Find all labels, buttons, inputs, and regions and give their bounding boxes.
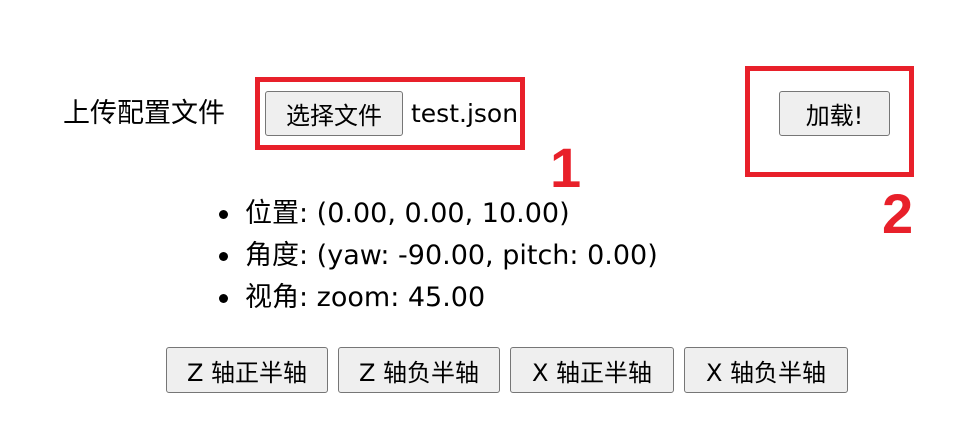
annotation-number-1: 1 (550, 136, 582, 199)
axis-button-row: Z 轴正半轴 Z 轴负半轴 X 轴正半轴 X 轴负半轴 (166, 347, 848, 393)
annotation-number-2: 2 (882, 182, 914, 245)
zoom-info: 视角: zoom: 45.00 (215, 277, 658, 319)
upload-config-label: 上传配置文件 (63, 98, 225, 129)
bullet-icon (219, 294, 228, 303)
zoom-text: 视角: zoom: 45.00 (245, 282, 486, 313)
position-info: 位置: (0.00, 0.00, 10.00) (215, 193, 658, 235)
angle-info: 角度: (yaw: -90.00, pitch: 0.00) (215, 235, 658, 277)
annotation-box-1 (255, 77, 525, 150)
x-positive-axis-button[interactable]: X 轴正半轴 (510, 347, 674, 393)
bullet-icon (219, 210, 228, 219)
annotation-box-2 (745, 66, 914, 177)
position-text: 位置: (0.00, 0.00, 10.00) (245, 198, 570, 229)
z-positive-axis-button[interactable]: Z 轴正半轴 (166, 347, 328, 393)
z-negative-axis-button[interactable]: Z 轴负半轴 (338, 347, 500, 393)
x-negative-axis-button[interactable]: X 轴负半轴 (684, 347, 848, 393)
angle-text: 角度: (yaw: -90.00, pitch: 0.00) (245, 240, 658, 271)
camera-info-list: 位置: (0.00, 0.00, 10.00) 角度: (yaw: -90.00… (215, 193, 658, 319)
bullet-icon (219, 252, 228, 261)
